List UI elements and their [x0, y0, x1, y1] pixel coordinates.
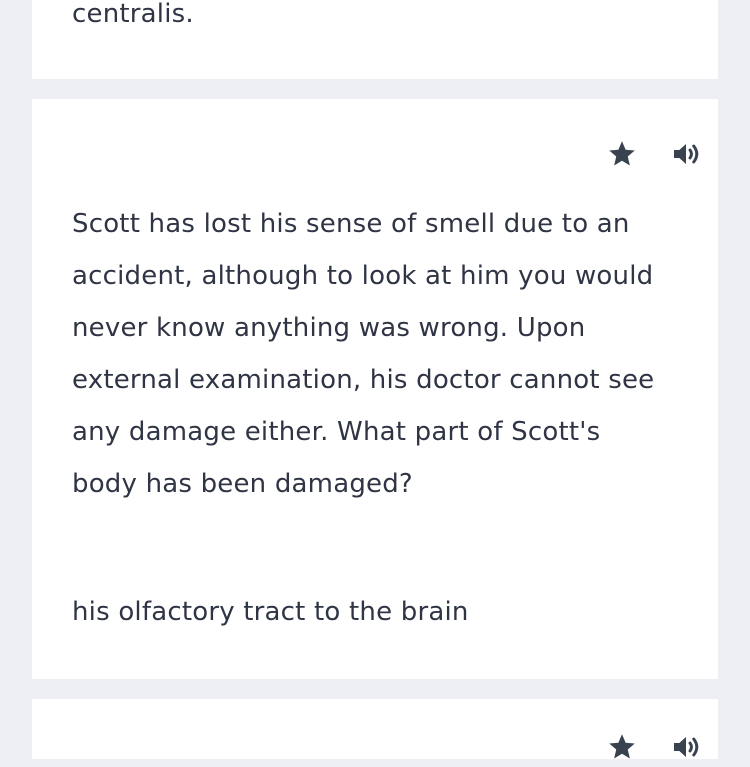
speaker-icon — [674, 737, 699, 757]
star-button[interactable] — [602, 134, 642, 174]
card-definition: centralis. — [72, 0, 194, 29]
star-button[interactable] — [602, 727, 642, 767]
star-icon — [609, 141, 635, 166]
flashcard-previous: centralis. — [32, 0, 718, 79]
card-term: Scott has lost his sense of smell due to… — [72, 209, 655, 499]
audio-button[interactable] — [666, 727, 706, 767]
speaker-icon — [674, 144, 699, 164]
audio-button[interactable] — [666, 134, 706, 174]
star-icon — [609, 734, 635, 759]
flashcard-next — [32, 699, 718, 759]
card-definition: his olfactory tract to the brain — [72, 597, 469, 627]
flashcard: Scott has lost his sense of smell due to… — [32, 99, 718, 679]
